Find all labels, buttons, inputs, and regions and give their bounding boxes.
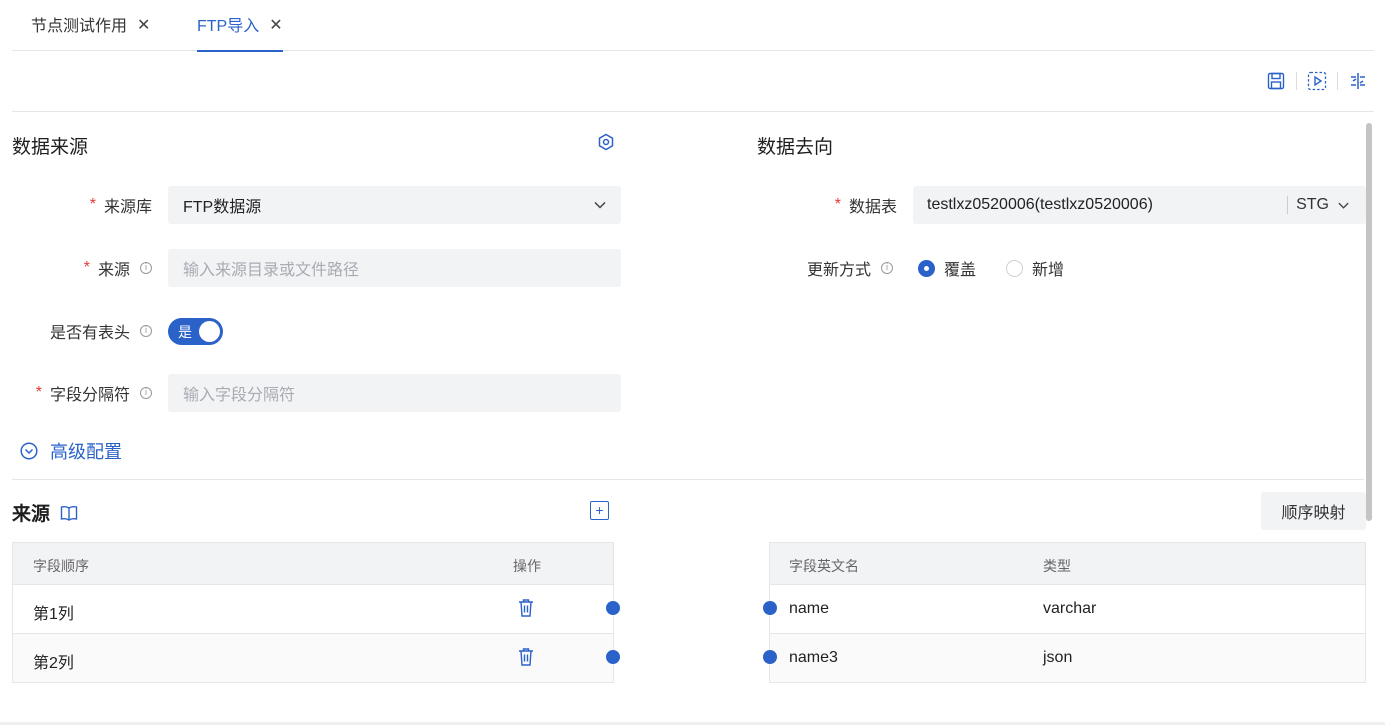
debug-icon[interactable] bbox=[1347, 70, 1369, 92]
source-section-title: 数据来源 bbox=[12, 137, 89, 158]
advanced-config-toggle[interactable]: 高级配置 bbox=[20, 438, 122, 464]
chevron-circle-down-icon bbox=[20, 442, 38, 460]
tab-ftp-import[interactable]: FTP导入 ✕ bbox=[197, 16, 283, 52]
tab-label: 节点测试作用 bbox=[31, 18, 128, 35]
required-mark: * bbox=[89, 196, 96, 213]
delimiter-input[interactable]: 输入字段分隔符 bbox=[168, 374, 621, 412]
chevron-down-icon bbox=[1338, 202, 1349, 209]
source-path-input[interactable]: 输入来源目录或文件路径 bbox=[168, 249, 621, 287]
target-table-label: * 数据表 bbox=[757, 186, 897, 224]
schema-select[interactable]: STG bbox=[1287, 186, 1350, 224]
field-order: 第1列 bbox=[33, 606, 74, 623]
label-text: 是否有表头 bbox=[49, 325, 130, 342]
column-header: 操作 bbox=[513, 558, 541, 574]
radio-dot bbox=[1006, 259, 1024, 277]
vertical-scrollbar[interactable] bbox=[1366, 123, 1372, 521]
info-icon[interactable]: i bbox=[881, 262, 893, 274]
select-value: testlxz0520006(testlxz0520006) bbox=[927, 196, 1153, 213]
table-row: name3 json bbox=[770, 633, 1365, 682]
title-text: 来源 bbox=[12, 504, 51, 525]
book-icon[interactable] bbox=[60, 505, 78, 521]
field-name: name3 bbox=[789, 649, 838, 666]
radio-label: 覆盖 bbox=[944, 262, 977, 279]
chevron-down-icon bbox=[594, 201, 606, 209]
toolbar-separator bbox=[1337, 72, 1338, 90]
required-mark: * bbox=[834, 196, 841, 213]
table-row: 第2列 bbox=[13, 633, 613, 682]
field-name: name bbox=[789, 600, 830, 617]
select-value: FTP数据源 bbox=[183, 199, 262, 216]
radio-dot bbox=[918, 259, 935, 277]
trash-icon[interactable] bbox=[517, 647, 535, 667]
column-header: 类型 bbox=[1043, 558, 1071, 574]
target-fields-table: 字段英文名 类型 name varchar name3 json bbox=[769, 542, 1366, 683]
radio-overwrite[interactable]: 覆盖 bbox=[918, 256, 976, 280]
tab-label: FTP导入 bbox=[197, 18, 260, 35]
source-connector-dot[interactable] bbox=[606, 601, 620, 615]
delimiter-label: * 字段分隔符 i bbox=[12, 374, 152, 412]
source-connector-dot[interactable] bbox=[606, 650, 620, 664]
info-icon[interactable]: i bbox=[140, 325, 152, 337]
divider bbox=[12, 479, 1364, 480]
table-row: name varchar bbox=[770, 584, 1365, 633]
trash-icon[interactable] bbox=[517, 598, 535, 618]
label-text: 更新方式 bbox=[806, 262, 871, 279]
divider bbox=[12, 111, 1374, 112]
label-text: 字段分隔符 bbox=[49, 387, 130, 404]
toggle-label: 是 bbox=[178, 324, 192, 340]
target-table-select[interactable]: testlxz0520006(testlxz0520006) STG bbox=[913, 186, 1366, 224]
update-mode-label: 更新方式 i bbox=[757, 249, 893, 287]
source-db-label: * 来源库 bbox=[12, 186, 152, 224]
tab-node-test[interactable]: 节点测试作用 ✕ bbox=[31, 16, 150, 51]
run-icon[interactable] bbox=[1306, 70, 1328, 92]
info-icon[interactable]: i bbox=[140, 262, 152, 274]
sequence-mapping-button[interactable]: 顺序映射 bbox=[1261, 492, 1366, 530]
radio-append[interactable]: 新增 bbox=[1006, 256, 1064, 280]
table-header: 字段英文名 类型 bbox=[770, 543, 1365, 584]
label-text: 来源 bbox=[97, 262, 130, 279]
target-section-title: 数据去向 bbox=[757, 137, 834, 158]
source-db-select[interactable]: FTP数据源 bbox=[168, 186, 621, 224]
toggle-knob bbox=[199, 321, 220, 342]
has-header-label: 是否有表头 i bbox=[12, 312, 152, 350]
info-icon[interactable]: i bbox=[140, 387, 152, 399]
field-type: varchar bbox=[1043, 600, 1097, 617]
column-header: 字段顺序 bbox=[33, 558, 89, 574]
schema-value: STG bbox=[1296, 196, 1329, 213]
field-order: 第2列 bbox=[33, 655, 74, 672]
label-text: 来源库 bbox=[103, 199, 152, 216]
source-table-title: 来源 bbox=[12, 499, 78, 526]
target-connector-dot[interactable] bbox=[763, 601, 777, 615]
advanced-config-label: 高级配置 bbox=[50, 442, 122, 462]
toolbar-separator bbox=[1296, 72, 1297, 90]
column-header: 字段英文名 bbox=[789, 558, 859, 574]
save-icon[interactable] bbox=[1265, 70, 1287, 92]
close-icon[interactable]: ✕ bbox=[137, 16, 150, 36]
required-mark: * bbox=[35, 384, 42, 401]
settings-icon[interactable] bbox=[597, 133, 615, 151]
source-label: * 来源 i bbox=[12, 249, 152, 287]
source-fields-table: 字段顺序 操作 第1列 第2列 bbox=[12, 542, 614, 683]
close-icon[interactable]: ✕ bbox=[269, 16, 282, 36]
field-type: json bbox=[1043, 649, 1073, 666]
tab-bar: 节点测试作用 ✕ FTP导入 ✕ bbox=[12, 0, 1374, 52]
table-row: 第1列 bbox=[13, 584, 613, 633]
required-mark: * bbox=[83, 259, 90, 276]
input-placeholder: 输入来源目录或文件路径 bbox=[183, 262, 360, 279]
separator bbox=[1287, 196, 1289, 214]
radio-label: 新增 bbox=[1032, 262, 1065, 279]
update-mode-radio-group: 覆盖 新增 bbox=[918, 256, 1094, 280]
label-text: 数据表 bbox=[848, 199, 897, 216]
target-connector-dot[interactable] bbox=[763, 650, 777, 664]
input-placeholder: 输入字段分隔符 bbox=[183, 387, 296, 404]
has-header-toggle[interactable]: 是 bbox=[168, 318, 223, 345]
toolbar bbox=[1265, 70, 1369, 92]
add-field-button[interactable]: + bbox=[590, 501, 609, 520]
table-header: 字段顺序 操作 bbox=[13, 543, 613, 584]
